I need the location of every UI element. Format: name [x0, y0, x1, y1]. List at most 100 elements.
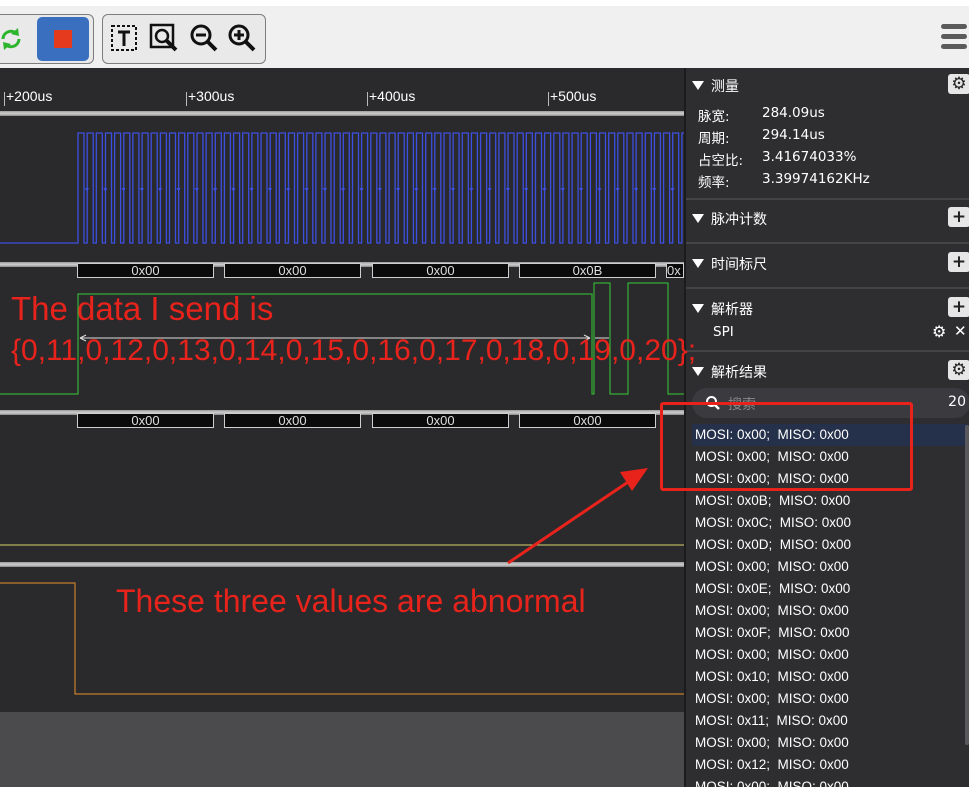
sample-marker — [158, 188, 163, 192]
collapse-triangle-icon — [692, 304, 704, 313]
decode-label[interactable]: 0x00 — [224, 413, 361, 428]
measure-value: 3.41674033% — [762, 149, 857, 165]
measure-label: 占空比: — [698, 153, 744, 169]
divider — [686, 242, 969, 244]
section-title: 解析结果 — [711, 365, 767, 381]
sample-marker — [176, 188, 181, 192]
sample-marker — [359, 188, 364, 192]
decode-label[interactable]: 0x00 — [77, 413, 214, 428]
decode-label[interactable]: 0x0B — [519, 263, 656, 278]
sample-marker — [414, 188, 419, 192]
analyzer-section-header[interactable]: 解析器 — [692, 299, 753, 319]
sample-marker — [213, 188, 218, 192]
add-icon[interactable]: + — [948, 207, 969, 227]
hamburger-menu-icon[interactable] — [941, 20, 967, 60]
sample-marker — [451, 188, 455, 192]
result-item[interactable]: MOSI: 0x0C; MISO: 0x00 — [692, 512, 968, 534]
sample-marker — [634, 188, 638, 192]
tool-group — [102, 14, 266, 64]
sample-marker — [542, 188, 547, 192]
decode-label[interactable]: 0x — [666, 263, 684, 278]
close-icon[interactable]: ✕ — [954, 322, 967, 340]
result-item[interactable]: MOSI: 0x00; MISO: 0x00 — [692, 600, 968, 622]
sample-marker — [469, 188, 474, 192]
sample-marker — [322, 188, 327, 192]
sample-marker — [139, 188, 144, 192]
result-item[interactable]: MOSI: 0x00; MISO: 0x00 — [692, 556, 968, 578]
stop-icon — [54, 30, 72, 48]
analyzer-item-spi[interactable]: SPI — [713, 324, 734, 340]
annotation-highlight-box — [660, 402, 913, 491]
sample-marker — [432, 188, 437, 192]
add-icon[interactable]: + — [948, 252, 969, 272]
sample-marker — [652, 188, 657, 192]
sample-marker — [249, 188, 254, 192]
decode-label[interactable]: 0x00 — [372, 263, 509, 278]
section-title: 解析器 — [711, 302, 753, 318]
measure-value: 284.09us — [762, 105, 825, 121]
sample-marker — [579, 188, 584, 192]
sample-marker — [377, 188, 382, 192]
sample-marker — [597, 188, 602, 192]
measure-label: 频率: — [698, 175, 730, 191]
sample-marker — [304, 188, 309, 192]
gear-icon[interactable]: ⚙ — [932, 322, 946, 341]
collapse-triangle-icon — [692, 81, 704, 90]
result-item[interactable]: MOSI: 0x10; MISO: 0x00 — [692, 666, 968, 688]
sample-marker — [286, 188, 291, 192]
result-item[interactable]: MOSI: 0x11; MISO: 0x00 — [692, 710, 968, 732]
divider — [686, 350, 969, 352]
gear-icon[interactable]: ⚙ — [948, 74, 969, 94]
zoom-out-icon[interactable] — [189, 23, 219, 53]
sample-marker — [560, 188, 565, 192]
run-loop-icon[interactable] — [0, 25, 25, 53]
time-ruler-section-header[interactable]: 时间标尺 — [692, 254, 767, 274]
measure-section-header[interactable]: 测量 — [692, 76, 739, 96]
annotation-text: These three values are abnormal — [116, 583, 586, 619]
measure-value: 294.14us — [762, 127, 825, 143]
result-item[interactable]: MOSI: 0x0D; MISO: 0x00 — [692, 534, 968, 556]
sample-marker — [194, 188, 199, 192]
measure-row: 脉宽: 284.09us — [698, 105, 825, 125]
gear-icon[interactable]: ⚙ — [948, 360, 969, 380]
result-item[interactable]: MOSI: 0x12; MISO: 0x00 — [692, 754, 968, 776]
sample-marker — [505, 188, 510, 192]
divider — [686, 198, 969, 200]
result-item[interactable]: MOSI: 0x00; MISO: 0x00 — [692, 688, 968, 710]
result-item[interactable]: MOSI: 0x00; MISO: 0x00 — [692, 644, 968, 666]
sample-marker — [103, 188, 108, 192]
results-scrollbar[interactable] — [965, 425, 969, 745]
sample-marker — [85, 188, 89, 192]
measure-label: 脉宽: — [698, 109, 730, 125]
results-count: 20 — [948, 394, 966, 410]
results-section-header[interactable]: 解析结果 — [692, 362, 767, 382]
run-control-group — [0, 14, 94, 64]
decode-label[interactable]: 0x00 — [519, 413, 656, 428]
annotation-text: The data I send is — [11, 290, 274, 327]
result-item[interactable]: MOSI: 0x00; MISO: 0x00 — [692, 776, 968, 787]
waveform-empty-area — [0, 712, 684, 787]
measure-row: 占空比: 3.41674033% — [698, 149, 856, 169]
divider — [686, 287, 969, 289]
decode-label[interactable]: 0x00 — [372, 413, 509, 428]
result-item[interactable]: MOSI: 0x0B; MISO: 0x00 — [692, 490, 968, 512]
pulse-count-section-header[interactable]: 脉冲计数 — [692, 209, 767, 229]
zoom-area-icon[interactable] — [149, 23, 179, 53]
result-item[interactable]: MOSI: 0x0F; MISO: 0x00 — [692, 622, 968, 644]
text-tool-icon[interactable] — [109, 23, 139, 53]
decode-label[interactable]: 0x00 — [77, 263, 214, 278]
result-item[interactable]: MOSI: 0x0E; MISO: 0x00 — [692, 578, 968, 600]
toolbar — [0, 0, 969, 68]
sample-marker — [268, 188, 272, 192]
zoom-in-icon[interactable] — [227, 23, 257, 53]
sample-marker — [524, 188, 529, 192]
sample-marker — [341, 188, 346, 192]
sample-marker — [121, 188, 126, 192]
add-icon[interactable]: + — [948, 297, 969, 317]
decode-label[interactable]: 0x00 — [224, 263, 361, 278]
stop-button[interactable] — [37, 17, 89, 61]
sample-marker — [670, 188, 675, 192]
collapse-triangle-icon — [692, 214, 704, 223]
result-item[interactable]: MOSI: 0x00; MISO: 0x00 — [692, 732, 968, 754]
sample-marker — [396, 188, 401, 192]
